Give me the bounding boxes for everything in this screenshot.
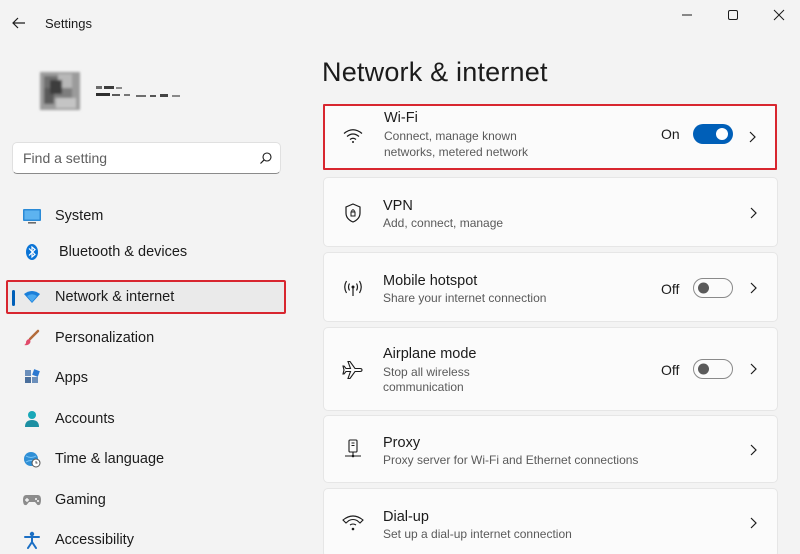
sidebar-item-label: Time & language: [55, 451, 165, 467]
sidebar-item-system[interactable]: System: [8, 199, 284, 233]
airplane-mode-title: Airplane mode: [383, 346, 477, 362]
mobile-hotspot-toggle[interactable]: [693, 278, 733, 298]
minimize-button[interactable]: [670, 4, 704, 26]
sidebar-item-gaming[interactable]: Gaming: [8, 483, 284, 517]
maximize-button[interactable]: [716, 4, 750, 26]
search-input[interactable]: [13, 150, 252, 166]
search-icon[interactable]: [252, 144, 280, 172]
brush-icon: [22, 328, 42, 348]
chevron-right-icon[interactable]: [747, 517, 759, 529]
airplane-mode-subtitle-line1: Stop all wireless: [383, 365, 470, 379]
mobile-hotspot-card[interactable]: Mobile hotspot Share your internet conne…: [323, 252, 778, 322]
sidebar-item-label: Network & internet: [55, 289, 175, 305]
sidebar-item-label: Personalization: [55, 330, 155, 346]
gamepad-icon: [22, 490, 42, 510]
sidebar-item-label: Gaming: [55, 492, 106, 508]
sidebar-item-time-language[interactable]: Time & language: [8, 442, 284, 476]
dial-up-subtitle: Set up a dial-up internet connection: [383, 527, 572, 541]
globe-clock-icon: [22, 449, 42, 469]
page-title: Network & internet: [322, 57, 548, 87]
proxy-title: Proxy: [383, 435, 421, 451]
airplane-mode-toggle[interactable]: [693, 359, 733, 379]
wifi-icon: [342, 125, 364, 147]
wifi-toggle[interactable]: [693, 124, 733, 144]
vpn-subtitle: Add, connect, manage: [383, 216, 504, 230]
chevron-right-icon[interactable]: [747, 207, 759, 219]
vpn-title: VPN: [383, 198, 413, 214]
bluetooth-icon: [22, 242, 42, 262]
mobile-hotspot-subtitle: Share your internet connection: [383, 291, 547, 305]
sidebar-item-label: System: [55, 208, 104, 224]
close-icon: [773, 9, 785, 21]
app-title: Settings: [45, 16, 92, 31]
search-box[interactable]: [12, 142, 281, 174]
monitor-icon: [22, 206, 42, 226]
selection-indicator: [12, 290, 15, 306]
dialup-icon: [342, 513, 364, 535]
close-button[interactable]: [762, 4, 796, 26]
sidebar-item-accounts[interactable]: Accounts: [8, 402, 284, 436]
hotspot-icon: [342, 277, 364, 299]
airplane-mode-subtitle-line2: communication: [383, 380, 464, 394]
wifi-subtitle-line2: networks, metered network: [384, 145, 529, 159]
sidebar-item-network[interactable]: Network & internet: [6, 280, 286, 314]
wifi-state-label: On: [661, 126, 680, 142]
dial-up-card[interactable]: Dial-up Set up a dial-up internet connec…: [323, 488, 778, 554]
chevron-right-icon[interactable]: [747, 282, 759, 294]
mobile-hotspot-title: Mobile hotspot: [383, 273, 478, 289]
proxy-card[interactable]: Proxy Proxy server for Wi-Fi and Etherne…: [323, 415, 778, 483]
proxy-icon: [342, 439, 364, 461]
wifi-diamond-icon: [22, 287, 42, 307]
sidebar-item-accessibility[interactable]: Accessibility: [8, 523, 284, 554]
profile-name-redacted: [96, 84, 186, 104]
chevron-right-icon[interactable]: [747, 444, 759, 456]
avatar[interactable]: [36, 66, 84, 114]
apps-icon: [22, 368, 42, 388]
sidebar-item-label: Accessibility: [55, 532, 134, 548]
chevron-right-icon[interactable]: [746, 131, 758, 143]
chevron-right-icon[interactable]: [747, 363, 759, 375]
sidebar-item-personalization[interactable]: Personalization: [8, 321, 284, 355]
wifi-title: Wi-Fi: [384, 110, 418, 126]
proxy-subtitle: Proxy server for Wi-Fi and Ethernet conn…: [383, 453, 639, 467]
back-arrow-icon: [12, 17, 25, 29]
airplane-mode-card[interactable]: Airplane mode Stop all wireless communic…: [323, 327, 778, 411]
vpn-card[interactable]: VPN Add, connect, manage: [323, 177, 778, 247]
maximize-icon: [728, 10, 738, 20]
airplane-mode-state-label: Off: [661, 362, 680, 378]
wifi-subtitle-line1: Connect, manage known: [384, 129, 517, 143]
wifi-card[interactable]: Wi-Fi Connect, manage known networks, me…: [323, 104, 777, 170]
dial-up-title: Dial-up: [383, 509, 429, 525]
sidebar-item-bluetooth[interactable]: Bluetooth & devices: [8, 235, 284, 269]
back-button[interactable]: [6, 10, 32, 36]
minimize-icon: [682, 14, 692, 16]
title-bar: Settings: [0, 0, 800, 44]
person-icon: [22, 409, 42, 429]
sidebar-item-label: Bluetooth & devices: [59, 244, 188, 260]
sidebar-item-apps[interactable]: Apps: [8, 361, 284, 395]
sidebar-item-label: Accounts: [55, 411, 115, 427]
sidebar-item-label: Apps: [55, 370, 89, 386]
accessibility-icon: [22, 530, 42, 550]
airplane-icon: [342, 359, 364, 381]
shield-icon: [342, 202, 364, 224]
mobile-hotspot-state-label: Off: [661, 281, 680, 297]
